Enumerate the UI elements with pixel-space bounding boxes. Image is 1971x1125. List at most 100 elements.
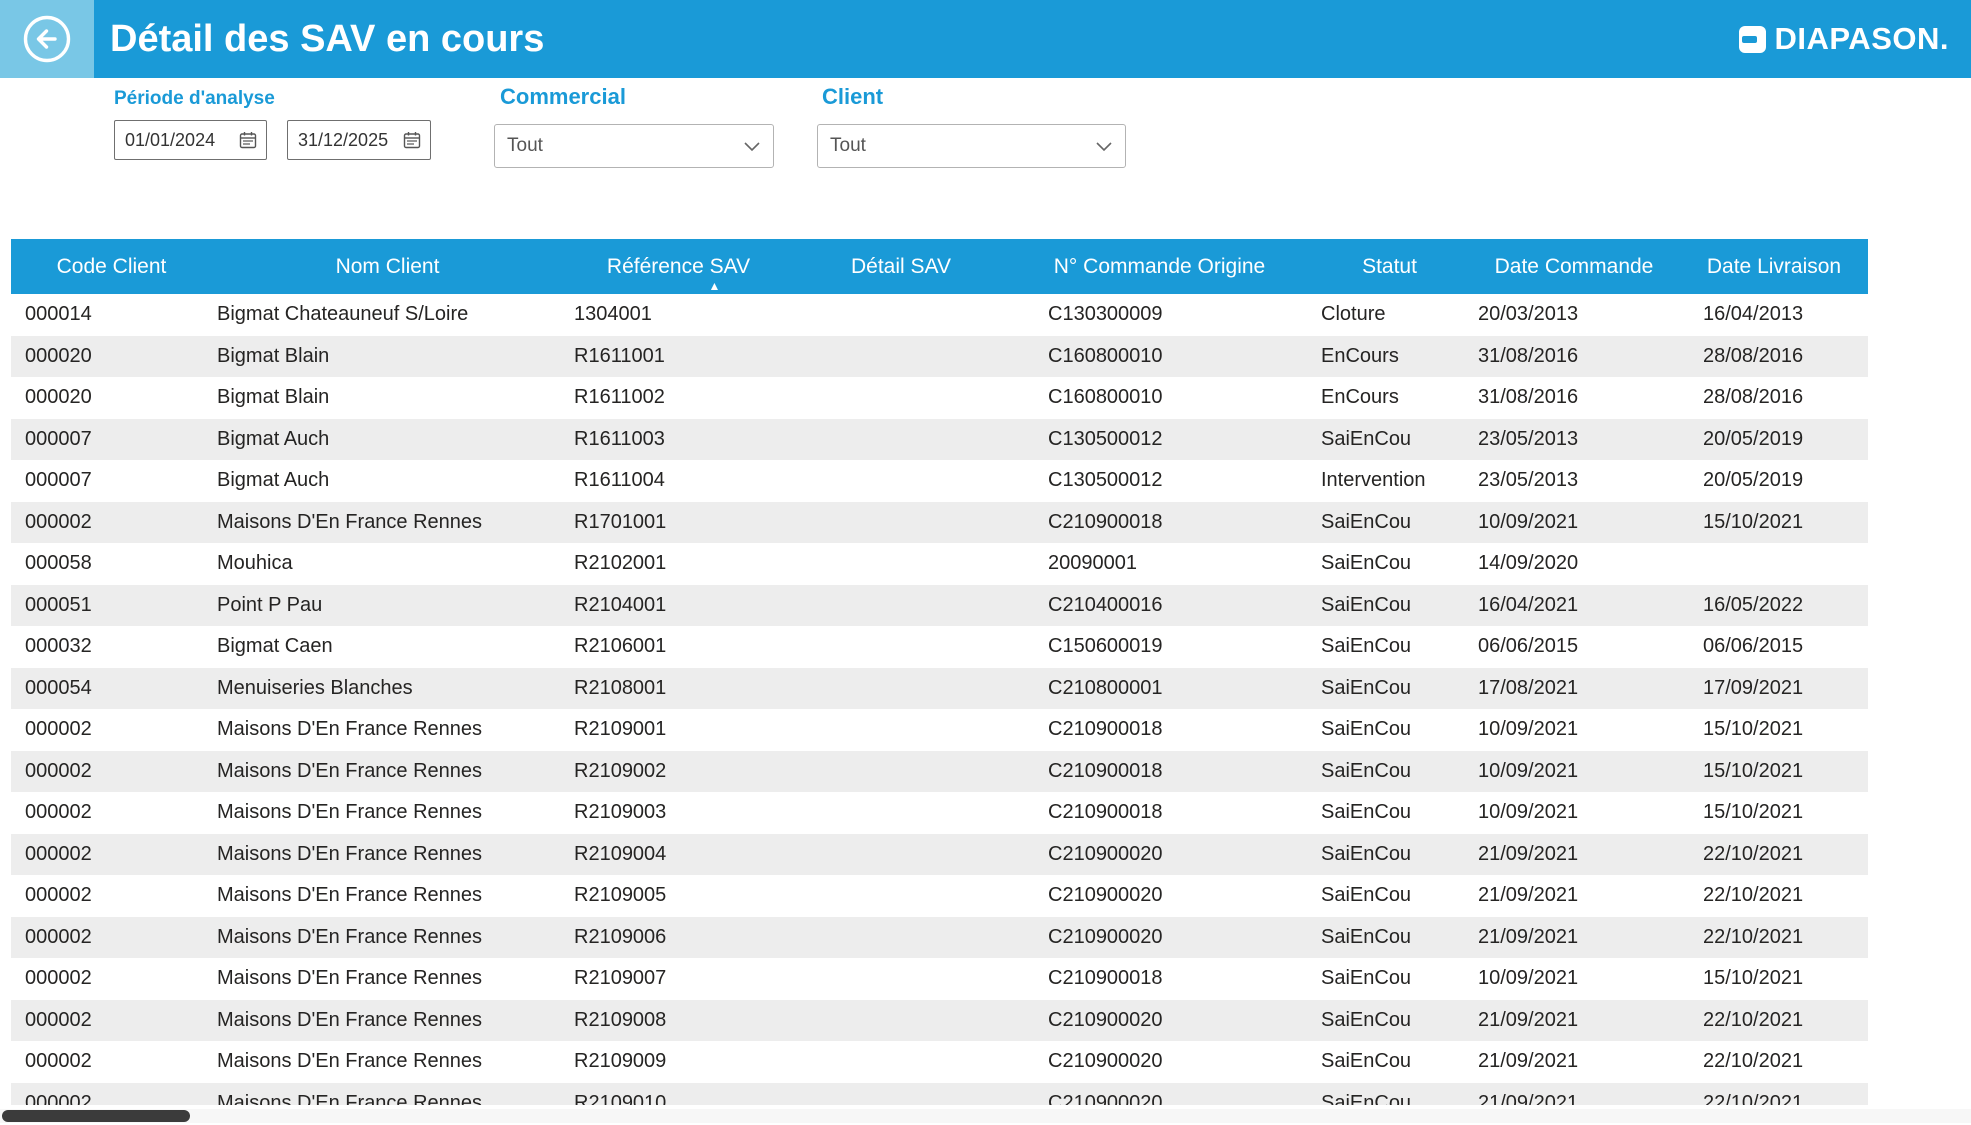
table-row[interactable]: 000032 Bigmat Caen R2106001 C150600019 S… [11, 626, 1868, 668]
cell-date-commande: 17/08/2021 [1468, 677, 1680, 700]
back-arrow-icon [21, 13, 73, 65]
table-row[interactable]: 000002 Maisons D'En France Rennes R21090… [11, 834, 1868, 876]
filters-panel: Période d'analyse [0, 78, 1971, 238]
cell-code-client: 000002 [11, 1050, 212, 1073]
period-end-value[interactable] [298, 130, 398, 151]
cell-code-client: 000002 [11, 884, 212, 907]
cell-nom-client: Maisons D'En France Rennes [212, 1009, 563, 1032]
table-row[interactable]: 000058 Mouhica R2102001 20090001 SaiEnCo… [11, 543, 1868, 585]
client-dropdown[interactable]: Tout [817, 124, 1126, 168]
cell-reference-sav: R1701001 [563, 511, 794, 534]
column-header-date-livraison[interactable]: Date Livraison [1680, 239, 1868, 294]
table-row[interactable]: 000002 Maisons D'En France Rennes R21090… [11, 958, 1868, 1000]
cell-date-commande: 21/09/2021 [1468, 1092, 1680, 1105]
table-row[interactable]: 000002 Maisons D'En France Rennes R21090… [11, 917, 1868, 959]
cell-date-livraison: 28/08/2016 [1680, 345, 1868, 368]
table-row[interactable]: 000002 Maisons D'En France Rennes R21090… [11, 1041, 1868, 1083]
period-start-value[interactable] [125, 130, 225, 151]
calendar-icon[interactable] [402, 130, 422, 150]
cell-date-commande: 21/09/2021 [1468, 884, 1680, 907]
table-row[interactable]: 000002 Maisons D'En France Rennes R21090… [11, 751, 1868, 793]
cell-statut: Intervention [1311, 469, 1468, 492]
column-header-nom-client[interactable]: Nom Client [212, 239, 563, 294]
period-start-input[interactable] [114, 120, 267, 160]
column-header-code-client[interactable]: Code Client [11, 239, 212, 294]
column-header-date-commande[interactable]: Date Commande [1468, 239, 1680, 294]
table-body: 000014 Bigmat Chateauneuf S/Loire 130400… [11, 294, 1868, 1105]
table-row[interactable]: 000020 Bigmat Blain R1611002 C160800010 … [11, 377, 1868, 419]
cell-nom-client: Bigmat Caen [212, 635, 563, 658]
table-row[interactable]: 000002 Maisons D'En France Rennes R21090… [11, 1000, 1868, 1042]
table-row[interactable]: 000002 Maisons D'En France Rennes R21090… [11, 875, 1868, 917]
cell-date-livraison: 22/10/2021 [1680, 843, 1868, 866]
cell-commande-origine: C210400016 [1008, 594, 1311, 617]
column-header-commande-origine[interactable]: N° Commande Origine [1008, 239, 1311, 294]
chevron-down-icon [743, 141, 761, 152]
cell-code-client: 000002 [11, 967, 212, 990]
table-row[interactable]: 000014 Bigmat Chateauneuf S/Loire 130400… [11, 294, 1868, 336]
chevron-down-icon [1095, 141, 1113, 152]
commercial-dropdown[interactable]: Tout [494, 124, 774, 168]
back-button[interactable] [0, 0, 94, 78]
cell-statut: EnCours [1311, 386, 1468, 409]
cell-date-commande: 31/08/2016 [1468, 345, 1680, 368]
cell-code-client: 000002 [11, 1092, 212, 1105]
cell-date-livraison: 15/10/2021 [1680, 801, 1868, 824]
cell-statut: SaiEnCou [1311, 843, 1468, 866]
table-row[interactable]: 000054 Menuiseries Blanches R2108001 C21… [11, 668, 1868, 710]
cell-nom-client: Maisons D'En France Rennes [212, 718, 563, 741]
cell-statut: SaiEnCou [1311, 884, 1468, 907]
horizontal-scrollbar-thumb[interactable] [2, 1110, 190, 1122]
cell-commande-origine: C130500012 [1008, 469, 1311, 492]
cell-commande-origine: C210900020 [1008, 843, 1311, 866]
diapason-logo-icon [1739, 26, 1766, 53]
cell-code-client: 000020 [11, 386, 212, 409]
cell-reference-sav: R2104001 [563, 594, 794, 617]
cell-code-client: 000051 [11, 594, 212, 617]
cell-date-commande: 21/09/2021 [1468, 843, 1680, 866]
cell-reference-sav: R2109010 [563, 1092, 794, 1105]
table-row[interactable]: 000007 Bigmat Auch R1611004 C130500012 I… [11, 460, 1868, 502]
cell-nom-client: Bigmat Blain [212, 386, 563, 409]
cell-commande-origine: C210900018 [1008, 760, 1311, 783]
cell-reference-sav: R2109002 [563, 760, 794, 783]
column-header-detail-sav[interactable]: Détail SAV [794, 239, 1008, 294]
cell-commande-origine: C210900018 [1008, 511, 1311, 534]
table-row[interactable]: 000051 Point P Pau R2104001 C210400016 S… [11, 585, 1868, 627]
table-row[interactable]: 000002 Maisons D'En France Rennes R21090… [11, 709, 1868, 751]
cell-nom-client: Mouhica [212, 552, 563, 575]
cell-nom-client: Maisons D'En France Rennes [212, 801, 563, 824]
cell-statut: SaiEnCou [1311, 677, 1468, 700]
cell-statut: SaiEnCou [1311, 760, 1468, 783]
table-row[interactable]: 000020 Bigmat Blain R1611001 C160800010 … [11, 336, 1868, 378]
period-end-input[interactable] [287, 120, 431, 160]
calendar-icon[interactable] [238, 130, 258, 150]
cell-reference-sav: R2109004 [563, 843, 794, 866]
table-row[interactable]: 000002 Maisons D'En France Rennes R17010… [11, 502, 1868, 544]
cell-reference-sav: R2108001 [563, 677, 794, 700]
cell-commande-origine: 20090001 [1008, 552, 1311, 575]
table-row[interactable]: 000007 Bigmat Auch R1611003 C130500012 S… [11, 419, 1868, 461]
cell-code-client: 000002 [11, 1009, 212, 1032]
cell-reference-sav: R2109001 [563, 718, 794, 741]
cell-reference-sav: 1304001 [563, 303, 794, 326]
cell-statut: SaiEnCou [1311, 967, 1468, 990]
top-bar: Détail des SAV en cours DIAPASON. [0, 0, 1971, 78]
cell-statut: SaiEnCou [1311, 718, 1468, 741]
cell-date-livraison: 22/10/2021 [1680, 1092, 1868, 1105]
cell-commande-origine: C150600019 [1008, 635, 1311, 658]
cell-commande-origine: C130500012 [1008, 428, 1311, 451]
cell-code-client: 000032 [11, 635, 212, 658]
cell-date-commande: 20/03/2013 [1468, 303, 1680, 326]
table-header-row: Code Client Nom Client Référence SAV ▲ D… [11, 239, 1868, 294]
table-row[interactable]: 000002 Maisons D'En France Rennes R21090… [11, 1083, 1868, 1106]
cell-date-livraison: 22/10/2021 [1680, 1009, 1868, 1032]
horizontal-scrollbar-track[interactable] [0, 1109, 1971, 1123]
cell-date-commande: 23/05/2013 [1468, 428, 1680, 451]
commercial-label: Commercial [500, 84, 626, 110]
column-header-reference-sav[interactable]: Référence SAV ▲ [563, 239, 794, 294]
cell-date-commande: 10/09/2021 [1468, 511, 1680, 534]
cell-nom-client: Maisons D'En France Rennes [212, 967, 563, 990]
column-header-statut[interactable]: Statut [1311, 239, 1468, 294]
table-row[interactable]: 000002 Maisons D'En France Rennes R21090… [11, 792, 1868, 834]
